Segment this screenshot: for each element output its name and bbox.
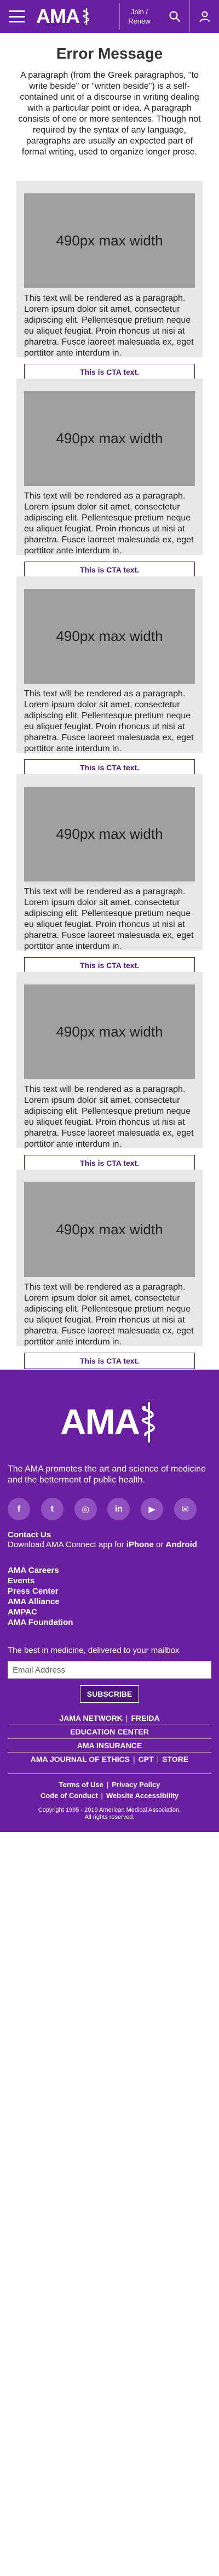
copyright-line: All rights reserved.: [84, 1814, 135, 1821]
newsletter-text: The best in medicine, delivered to your …: [8, 1646, 180, 1655]
footer-link-careers[interactable]: AMA Careers: [8, 1565, 211, 1576]
linkedin-icon[interactable]: in: [107, 1498, 130, 1520]
cpt-link[interactable]: CPT: [139, 1755, 154, 1764]
email-icon[interactable]: ✉: [174, 1498, 197, 1520]
store-link[interactable]: STORE: [162, 1755, 188, 1764]
join-label: Join /: [130, 8, 148, 16]
subscribe-button[interactable]: SUBSCRIBE: [79, 1685, 140, 1703]
download-app-text: Download AMA Connect app for: [8, 1540, 126, 1549]
download-or-text: or: [153, 1540, 166, 1549]
card-list: 490px max width This text will be render…: [0, 181, 219, 1369]
separator: |: [125, 1714, 128, 1722]
separator: |: [157, 1755, 159, 1764]
search-icon: [169, 11, 181, 22]
card-text: This text will be rendered as a paragrap…: [24, 689, 194, 753]
email-field[interactable]: [8, 1661, 211, 1679]
network-links: JAMA NETWORK | FREIDA EDUCATION CENTER AMA…: [8, 1714, 211, 1764]
youtube-icon[interactable]: ▶: [141, 1498, 164, 1520]
user-icon: [199, 11, 210, 22]
image-placeholder: 490px max width: [24, 1182, 195, 1277]
legal-links: Terms of Use | Privacy Policy Code of Cond…: [8, 1773, 211, 1801]
copyright-line: Copyright 1995 - 2019 American Medical A…: [38, 1807, 181, 1813]
facebook-icon[interactable]: f: [8, 1498, 30, 1520]
page-title: Error Message: [56, 45, 163, 62]
twitter-icon[interactable]: t: [41, 1498, 64, 1520]
instagram-icon[interactable]: ◎: [74, 1498, 97, 1520]
footer-logo-text: AMA: [60, 1401, 140, 1442]
cta-button[interactable]: This is CTA text.: [24, 562, 195, 578]
staff-of-asclepius-icon: [141, 1402, 155, 1442]
footer-logo[interactable]: AMA: [8, 1398, 211, 1445]
intro-paragraph: A paragraph (from the Greek paragraphos,…: [18, 71, 201, 157]
social-links: f t ◎ in ▶ ✉: [8, 1498, 197, 1520]
privacy-policy-link[interactable]: Privacy Policy: [112, 1781, 160, 1789]
education-center-link[interactable]: EDUCATION CENTER: [70, 1727, 149, 1736]
website-accessibility-link[interactable]: Website Accessibility: [106, 1791, 178, 1800]
cta-button[interactable]: This is CTA text.: [24, 364, 195, 380]
join-renew-link[interactable]: Join / Renew: [119, 3, 159, 30]
image-placeholder: 490px max width: [24, 391, 195, 486]
footer-link-events[interactable]: Events: [8, 1576, 211, 1586]
cta-button[interactable]: This is CTA text.: [24, 957, 195, 974]
mission-statement: The AMA promotes the art and science of …: [8, 1464, 206, 1485]
footer-link-ampac[interactable]: AMPAC: [8, 1607, 211, 1617]
cta-button[interactable]: This is CTA text.: [24, 1155, 195, 1171]
image-placeholder: 490px max width: [24, 589, 195, 684]
image-placeholder: 490px max width: [24, 984, 195, 1079]
jama-network-link[interactable]: JAMA NETWORK: [59, 1714, 122, 1722]
android-link[interactable]: Android: [166, 1540, 198, 1549]
content-card: 490px max width This text will be render…: [16, 774, 203, 974]
card-text: This text will be rendered as a paragrap…: [24, 1085, 194, 1149]
separator: |: [132, 1755, 135, 1764]
cta-button[interactable]: This is CTA text.: [24, 1353, 195, 1369]
card-text: This text will be rendered as a paragrap…: [24, 1283, 194, 1347]
search-button[interactable]: [160, 0, 189, 33]
staff-of-asclepius-icon: [83, 8, 89, 25]
cta-button[interactable]: This is CTA text.: [24, 759, 195, 776]
image-placeholder: 490px max width: [24, 193, 195, 288]
separator: |: [101, 1791, 103, 1800]
footer-link-alliance[interactable]: AMA Alliance: [8, 1596, 211, 1607]
error-message-section: Error Message A paragraph (from the Gree…: [0, 33, 219, 169]
iphone-link[interactable]: iPhone: [126, 1540, 154, 1549]
footer-link-press[interactable]: Press Center: [8, 1586, 211, 1596]
ama-insurance-link[interactable]: AMA INSURANCE: [77, 1741, 142, 1750]
freida-link[interactable]: FREIDA: [131, 1714, 159, 1722]
contact-block: Contact Us Download AMA Connect app for …: [8, 1530, 211, 1550]
newsletter-block: The best in medicine, delivered to your …: [8, 1645, 211, 1703]
content-card: 490px max width This text will be render…: [16, 1170, 203, 1369]
code-of-conduct-link[interactable]: Code of Conduct: [41, 1791, 98, 1800]
copyright: Copyright 1995 - 2019 American Medical A…: [8, 1807, 211, 1821]
card-text: This text will be rendered as a paragrap…: [24, 491, 194, 556]
image-placeholder: 490px max width: [24, 787, 195, 881]
content-card: 490px max width This text will be render…: [16, 379, 203, 578]
renew-label: Renew: [128, 17, 151, 25]
ama-logo[interactable]: AMA: [34, 0, 91, 33]
journal-of-ethics-link[interactable]: AMA JOURNAL OF ETHICS: [31, 1755, 130, 1764]
content-card: 490px max width This text will be render…: [16, 576, 203, 776]
hamburger-icon: [9, 10, 25, 22]
card-text: This text will be rendered as a paragrap…: [24, 294, 194, 358]
footer-link-foundation[interactable]: AMA Foundation: [8, 1617, 211, 1628]
content-card: 490px max width This text will be render…: [16, 972, 203, 1171]
site-footer: AMA The AMA promotes the art and science…: [0, 1370, 219, 1832]
logo-text: AMA: [36, 5, 80, 27]
menu-button[interactable]: [0, 0, 34, 33]
footer-links: AMA Careers Events Press Center AMA Alli…: [8, 1565, 211, 1628]
card-text: This text will be rendered as a paragrap…: [24, 887, 194, 951]
content-card: 490px max width This text will be render…: [16, 181, 203, 380]
contact-us-link[interactable]: Contact Us: [8, 1530, 51, 1539]
site-header: AMA Join / Renew: [0, 0, 219, 33]
separator: |: [106, 1781, 109, 1789]
account-button[interactable]: [189, 0, 219, 33]
terms-of-use-link[interactable]: Terms of Use: [59, 1781, 103, 1789]
